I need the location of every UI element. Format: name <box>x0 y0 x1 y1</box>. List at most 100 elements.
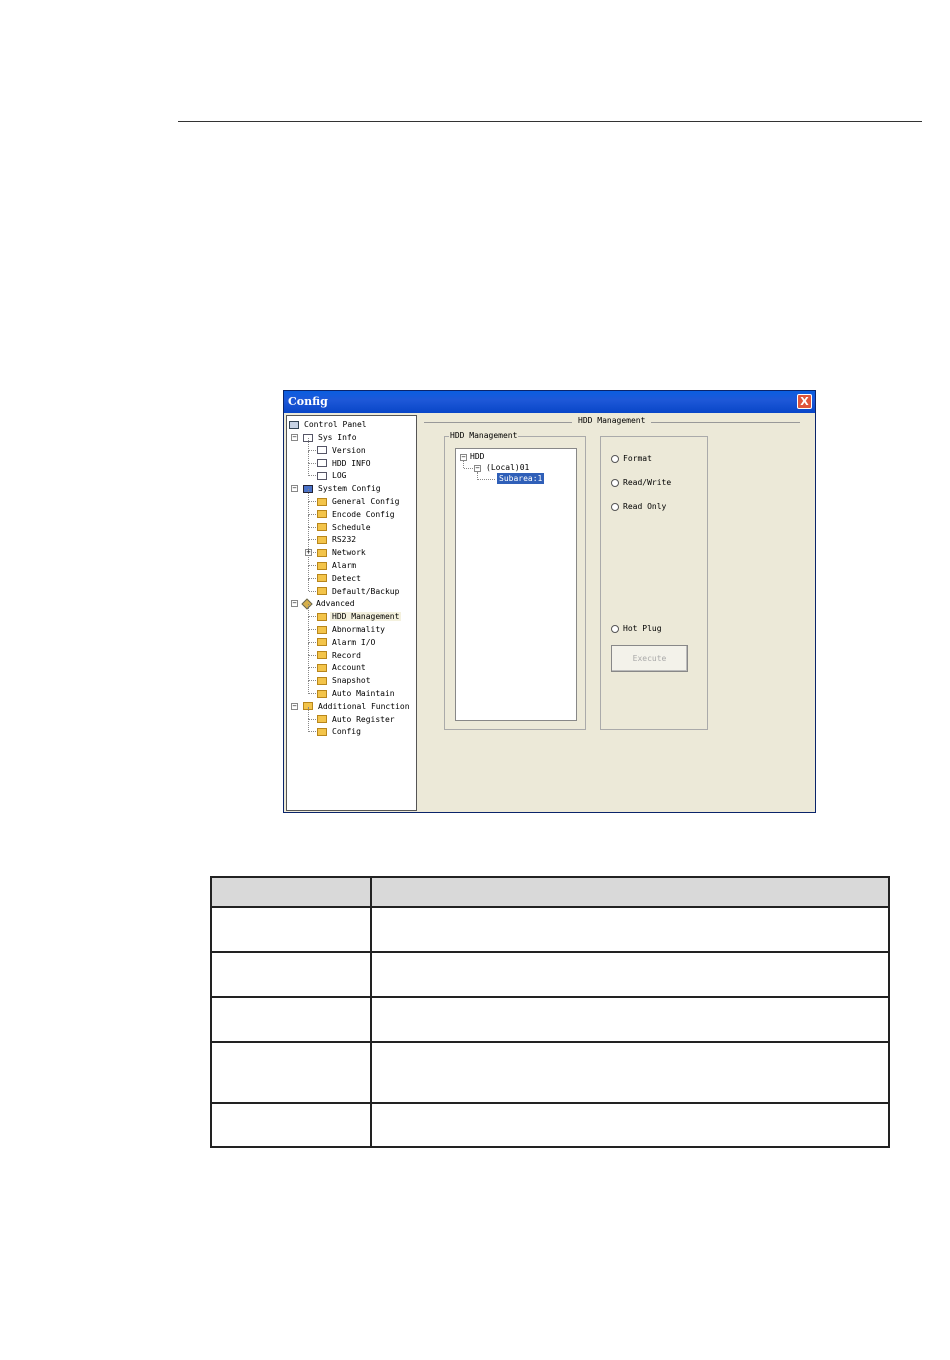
hdd-tree[interactable]: − HDD − (Local)01 Subarea:1 <box>455 448 577 721</box>
tree-item-auto-register[interactable]: Auto Register <box>317 713 397 726</box>
tree-item-label: Alarm <box>332 561 357 570</box>
table-cell <box>210 951 372 998</box>
tree-item-advanced[interactable]: Advanced <box>301 597 357 610</box>
tree-item-label: Sys Info <box>318 433 357 442</box>
tree-item-sys-info[interactable]: Sys Info <box>303 431 359 444</box>
tree-item-label: Network <box>332 548 366 558</box>
tree-item-additional-function[interactable]: Additional Function <box>303 700 412 713</box>
tree-item-hdd-management[interactable]: HDD Management <box>317 610 402 623</box>
doc-icon <box>317 471 327 480</box>
folder-icon <box>317 574 327 583</box>
hdd-management-group: HDD Management − HDD − (Local)01 Subarea… <box>444 431 586 730</box>
folder-icon <box>317 689 327 698</box>
doc-icon <box>317 446 327 455</box>
control-panel-tree[interactable]: Control Panel − Sys Info Version HDD INFO LO… <box>286 415 417 811</box>
section-title: HDD Management <box>572 416 652 425</box>
radio-icon[interactable] <box>611 624 619 633</box>
folder-icon <box>317 612 327 621</box>
tree-item-snapshot[interactable]: Snapshot <box>317 674 373 687</box>
tree-expander-icon[interactable]: − <box>291 600 298 608</box>
tree-item-account[interactable]: Account <box>317 661 368 674</box>
tree-item-log[interactable]: LOG <box>317 469 348 482</box>
hot-plug-label: Hot Plug <box>623 624 662 633</box>
tree-item-label: HDD INFO <box>332 458 371 468</box>
tree-item-schedule[interactable]: Schedule <box>317 521 373 534</box>
window-title: Config <box>288 395 328 408</box>
hdd-subarea[interactable]: Subarea:1 <box>497 473 545 484</box>
format-radio[interactable]: Format <box>611 454 652 464</box>
tree-item-alarm-i-o[interactable]: Alarm I/O <box>317 636 377 649</box>
execute-button[interactable]: Execute <box>611 645 688 672</box>
radio-icon[interactable] <box>611 478 619 487</box>
tree-item-label: General Config <box>332 497 400 506</box>
table-header-cell <box>210 876 372 908</box>
folder-icon <box>317 587 327 596</box>
hdd-expander-icon[interactable]: − <box>460 454 467 461</box>
hdd-operations-group: Format Read/Write Read Only Hot Plug Exe… <box>600 436 708 730</box>
hdd-management-header: HDD Management <box>420 416 813 428</box>
table-cell <box>210 1102 372 1148</box>
table-row <box>210 996 890 1043</box>
table-cell <box>370 951 890 998</box>
hdd-root[interactable]: HDD <box>470 451 484 462</box>
tree-item-general-config[interactable]: General Config <box>317 495 401 508</box>
tree-item-system-config[interactable]: System Config <box>303 482 383 495</box>
control-panel-icon <box>289 420 299 429</box>
radio-icon[interactable] <box>611 502 619 511</box>
tree-item-default-backup[interactable]: Default/Backup <box>317 585 401 598</box>
tree-item-label: Encode Config <box>332 509 395 519</box>
hot-plug-radio[interactable]: Hot Plug <box>611 624 662 634</box>
tree-item-label: Record <box>332 650 361 660</box>
tree-item-network[interactable]: Network <box>317 546 368 559</box>
read-only-label: Read Only <box>623 502 667 511</box>
group-title: HDD Management <box>449 431 519 440</box>
page-header-rule <box>178 121 922 122</box>
folder-icon <box>317 625 327 634</box>
tree-item-detect[interactable]: Detect <box>317 572 363 585</box>
table-header-row <box>210 876 890 908</box>
tree-item-record[interactable]: Record <box>317 649 363 662</box>
tree-item-label: Auto Register <box>332 714 395 724</box>
table-cell <box>210 996 372 1043</box>
table-row <box>210 1041 890 1104</box>
folder-icon <box>317 676 327 685</box>
table-cell <box>210 1041 372 1104</box>
tree-item-label: LOG <box>332 471 347 481</box>
tree-expander-icon[interactable]: − <box>291 434 298 441</box>
tree-expander-icon[interactable]: − <box>291 485 298 493</box>
tree-item-encode-config[interactable]: Encode Config <box>317 508 397 521</box>
folder-icon <box>317 638 327 647</box>
title-bar[interactable]: Config X <box>284 391 815 413</box>
close-icon[interactable]: X <box>797 394 812 409</box>
tree-item-label: Schedule <box>332 522 371 532</box>
tree-item-config[interactable]: Config <box>317 725 363 738</box>
tree-item-label: Snapshot <box>332 676 371 686</box>
tree-item-label: Additional Function <box>318 701 410 711</box>
tree-item-alarm[interactable]: Alarm <box>317 559 358 572</box>
table-cell <box>370 996 890 1043</box>
tree-item-rs232[interactable]: RS232 <box>317 533 358 546</box>
table-cell <box>370 1041 890 1104</box>
disk-expander-icon[interactable]: − <box>474 465 481 472</box>
tree-item-label: Version <box>332 445 366 455</box>
read-write-radio[interactable]: Read/Write <box>611 478 671 488</box>
read-only-radio[interactable]: Read Only <box>611 502 666 512</box>
table-row <box>210 1102 890 1148</box>
folder-icon <box>317 715 327 724</box>
hdd-disk[interactable]: (Local)01 <box>486 462 529 473</box>
tree-item-label: Alarm I/O <box>332 637 376 647</box>
tree-item-label: Auto Maintain <box>332 689 395 698</box>
tree-item-label: RS232 <box>332 535 357 545</box>
tree-item-hdd-info[interactable]: HDD INFO <box>317 457 373 470</box>
tree-item-label: HDD Management <box>330 612 402 622</box>
folder-icon <box>317 510 327 519</box>
tree-item-auto-maintain[interactable]: Auto Maintain <box>317 687 397 700</box>
tree-item-label: Abnormality <box>332 625 385 634</box>
tree-root[interactable]: Control Panel <box>289 418 369 431</box>
tree-expander-icon[interactable]: − <box>291 702 298 710</box>
table-row <box>210 906 890 953</box>
tree-item-version[interactable]: Version <box>317 444 368 457</box>
tree-root-label: Control Panel <box>304 420 367 429</box>
tree-item-abnormality[interactable]: Abnormality <box>317 623 387 636</box>
radio-icon[interactable] <box>611 454 619 463</box>
